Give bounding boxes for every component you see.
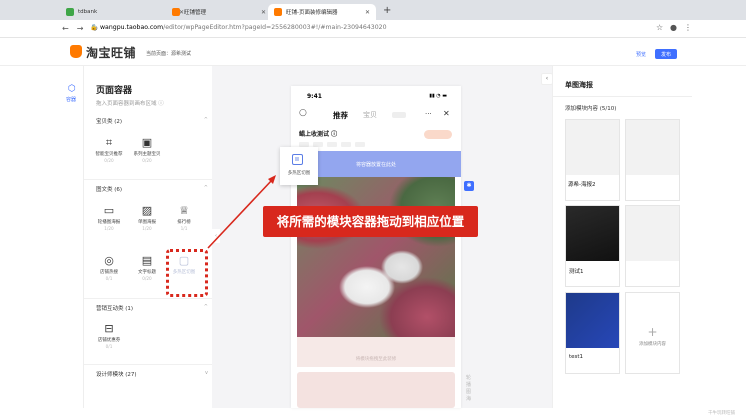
card-thumbnail (626, 120, 679, 175)
instruction-callout: 将所需的模块容器拖动到相应位置 (263, 206, 478, 237)
card-caption-wrap: 源希-海报2 (565, 119, 620, 201)
settings-title: 单图海报 (565, 81, 593, 89)
plus-icon: + (647, 325, 658, 339)
card-name: 源希-海报2 (568, 182, 596, 188)
module-content-card[interactable] (625, 205, 680, 287)
add-module-label: 添加模块内容 (639, 342, 666, 347)
card-name: 测试1 (569, 269, 584, 275)
module-content-card[interactable] (625, 119, 680, 201)
card-name: test1 (569, 354, 584, 360)
add-module-content-button[interactable]: + 添加模块内容 (625, 292, 680, 374)
card-thumbnail (566, 206, 619, 261)
module-content-card[interactable]: test1 (565, 292, 620, 374)
card-thumbnail (566, 293, 619, 348)
divider (552, 96, 692, 97)
settings-subtitle: 添加模块内容 (5/10) (565, 106, 617, 112)
card-thumbnail (626, 206, 679, 261)
module-content-card[interactable]: 测试1 (565, 205, 620, 287)
collapse-right-icon[interactable]: ‹ (541, 73, 553, 85)
watermark: 千牛玩转旺铺 (708, 411, 735, 416)
